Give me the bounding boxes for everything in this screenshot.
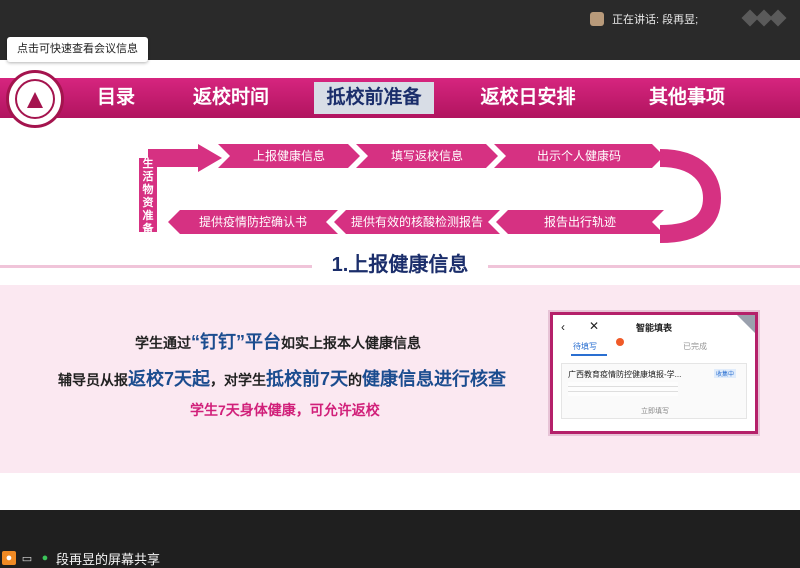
app-tabs: 待填写 已完成 xyxy=(553,338,755,356)
flow-step-health-code: 出示个人健康码 xyxy=(494,144,664,168)
active-speaker-indicator: 正在讲话: 段再昱; xyxy=(590,10,698,28)
flow-step-report-health: 上报健康信息 xyxy=(218,144,360,168)
section-title: 1.上报健康信息 xyxy=(0,250,800,280)
notification-badge xyxy=(616,338,624,346)
tab-done: 已完成 xyxy=(683,342,707,351)
flow-step-travel-track: 报告出行轨迹 xyxy=(496,210,664,234)
app-screenshot: ‹ ✕ 智能填表 待填写 已完成 广西教育疫情防控健康填报-学... 收集中 立… xyxy=(550,312,758,434)
flow-side-label: 生活物资准备 xyxy=(142,158,154,235)
meeting-info-tooltip[interactable]: 点击可快速查看会议信息 xyxy=(7,37,148,62)
flow-step-fill-return-info: 填写返校信息 xyxy=(356,144,498,168)
status-badge: 收集中 xyxy=(714,369,737,378)
university-logo xyxy=(6,70,64,128)
form-card-title: 广西教育疫情防控健康填报-学... xyxy=(568,370,682,379)
form-card: 广西教育疫情防控健康填报-学... 收集中 立即填写 xyxy=(561,363,747,419)
tab-pending: 待填写 xyxy=(573,342,597,351)
flow-step-confirmation-letter: 提供疫情防控确认书 xyxy=(168,210,338,234)
content-line-3: 学生7天身体健康，可允许返校 xyxy=(190,402,380,418)
fill-now-link: 立即填写 xyxy=(641,408,669,415)
flow-step-nucleic-test: 提供有效的核酸检测报告 xyxy=(334,210,500,234)
speaker-avatar xyxy=(590,12,604,26)
mic-icon: ● xyxy=(41,552,49,564)
shared-slide: 目录 返校时间 抵校前准备 返校日安排 其他事项 生活物资准备 上报健康信息 填… xyxy=(0,60,800,510)
share-label: 段再昱的屏幕共享 xyxy=(56,551,161,567)
app-header: ‹ ✕ 智能填表 xyxy=(553,315,755,339)
screen-share-icon: ▭ xyxy=(21,552,33,565)
content-line-2: 辅导员从报返校7天起，对学生抵校前7天的健康信息进行核查 xyxy=(58,369,507,389)
content-line-1: 学生通过“钉钉”平台如实上报本人健康信息 xyxy=(135,332,421,352)
screen-share-indicator[interactable]: ● ▭ ● 段再昱的屏幕共享 xyxy=(0,548,160,568)
speaking-label: 正在讲话: 段再昱; xyxy=(612,14,699,26)
person-icon: ● xyxy=(2,551,16,565)
network-status-icon xyxy=(741,9,787,27)
app-title: 智能填表 xyxy=(635,323,672,333)
